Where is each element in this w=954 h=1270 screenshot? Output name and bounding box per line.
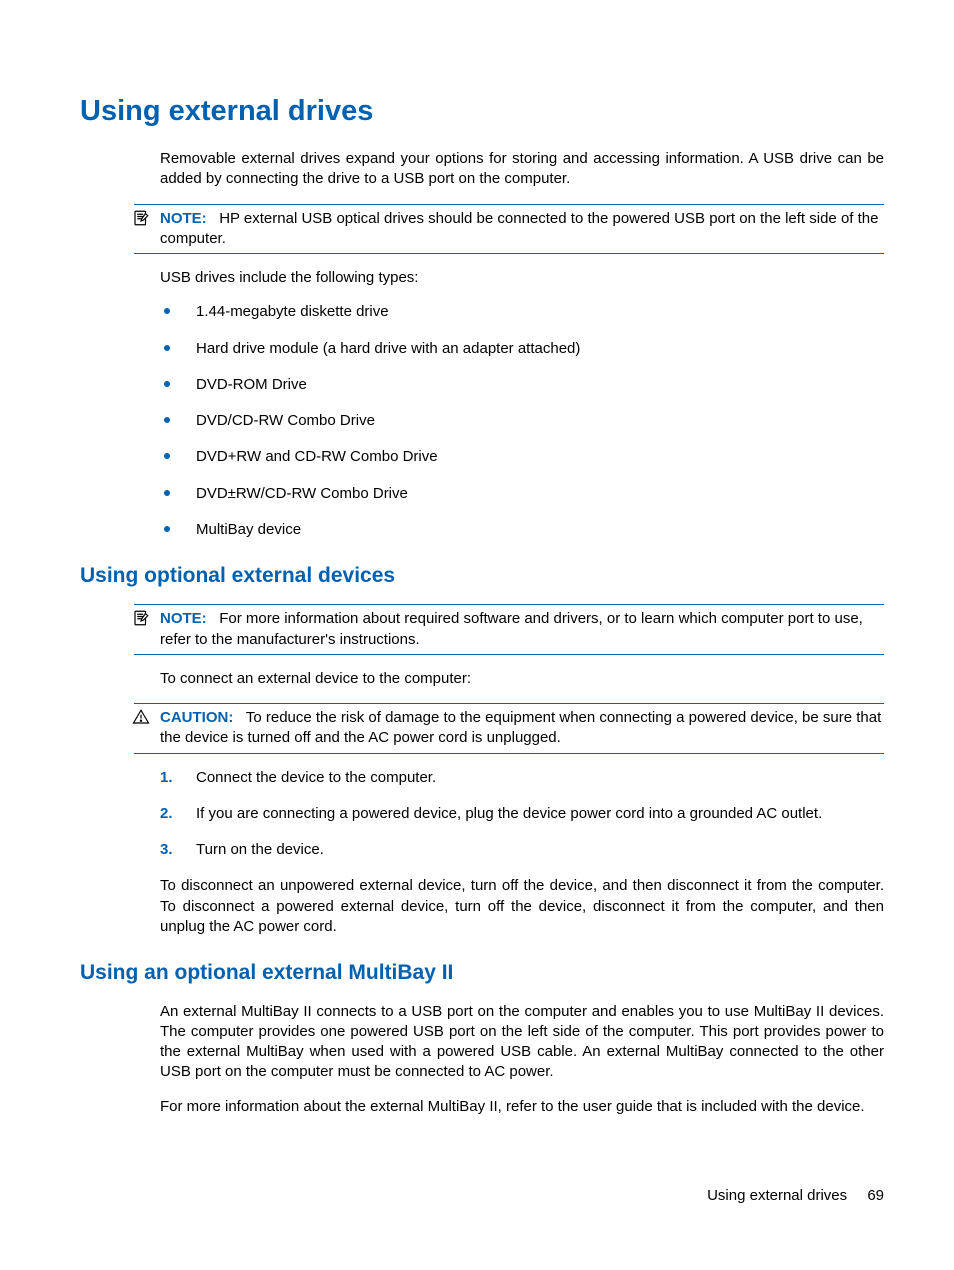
list-item: 2.If you are connecting a powered device… [196,804,884,824]
page-footer: Using external drives 69 [707,1186,884,1206]
list-item: 1.Connect the device to the computer. [196,768,884,788]
step-text: Connect the device to the computer. [196,769,436,786]
section-heading-multibay: Using an optional external MultiBay II [80,959,884,987]
step-text: If you are connecting a powered device, … [196,805,822,822]
list-item: DVD-ROM Drive [196,375,884,395]
multibay-paragraph-2: For more information about the external … [160,1097,884,1117]
note-icon [132,609,150,627]
page-number: 69 [867,1187,884,1204]
caution-icon [132,708,150,726]
section-heading-optional-devices: Using optional external devices [80,562,884,590]
caution-body: To reduce the risk of damage to the equi… [160,709,881,746]
step-number: 3. [160,840,173,860]
list-item: Hard drive module (a hard drive with an … [196,339,884,359]
note-body: HP external USB optical drives should be… [160,210,878,247]
list-item: MultiBay device [196,520,884,540]
note-label: NOTE: [160,610,207,627]
note-text [211,610,219,627]
page-title: Using external drives [80,92,884,131]
intro-paragraph: Removable external drives expand your op… [160,149,884,190]
list-lead: USB drives include the following types: [160,268,884,288]
step-number: 1. [160,768,173,788]
note-text [211,210,219,227]
multibay-paragraph-1: An external MultiBay II connects to a US… [160,1002,884,1083]
drive-types-list: 1.44-megabyte diskette drive Hard drive … [160,302,884,540]
note-label: NOTE: [160,210,207,227]
note-body: For more information about required soft… [160,610,863,647]
step-text: Turn on the device. [196,841,324,858]
note-callout-2: NOTE: For more information about require… [134,604,884,655]
steps-list: 1.Connect the device to the computer. 2.… [160,768,884,861]
footer-title: Using external drives [707,1187,847,1204]
list-item: DVD±RW/CD-RW Combo Drive [196,484,884,504]
list-item: DVD/CD-RW Combo Drive [196,411,884,431]
disconnect-paragraph: To disconnect an unpowered external devi… [160,876,884,937]
list-item: 3.Turn on the device. [196,840,884,860]
caution-label: CAUTION: [160,709,233,726]
step-number: 2. [160,804,173,824]
note-icon [132,209,150,227]
list-item: 1.44-megabyte diskette drive [196,302,884,322]
caution-text [238,709,246,726]
note-callout-1: NOTE: HP external USB optical drives sho… [134,204,884,255]
connect-lead: To connect an external device to the com… [160,669,884,689]
list-item: DVD+RW and CD-RW Combo Drive [196,447,884,467]
caution-callout: CAUTION: To reduce the risk of damage to… [134,703,884,754]
